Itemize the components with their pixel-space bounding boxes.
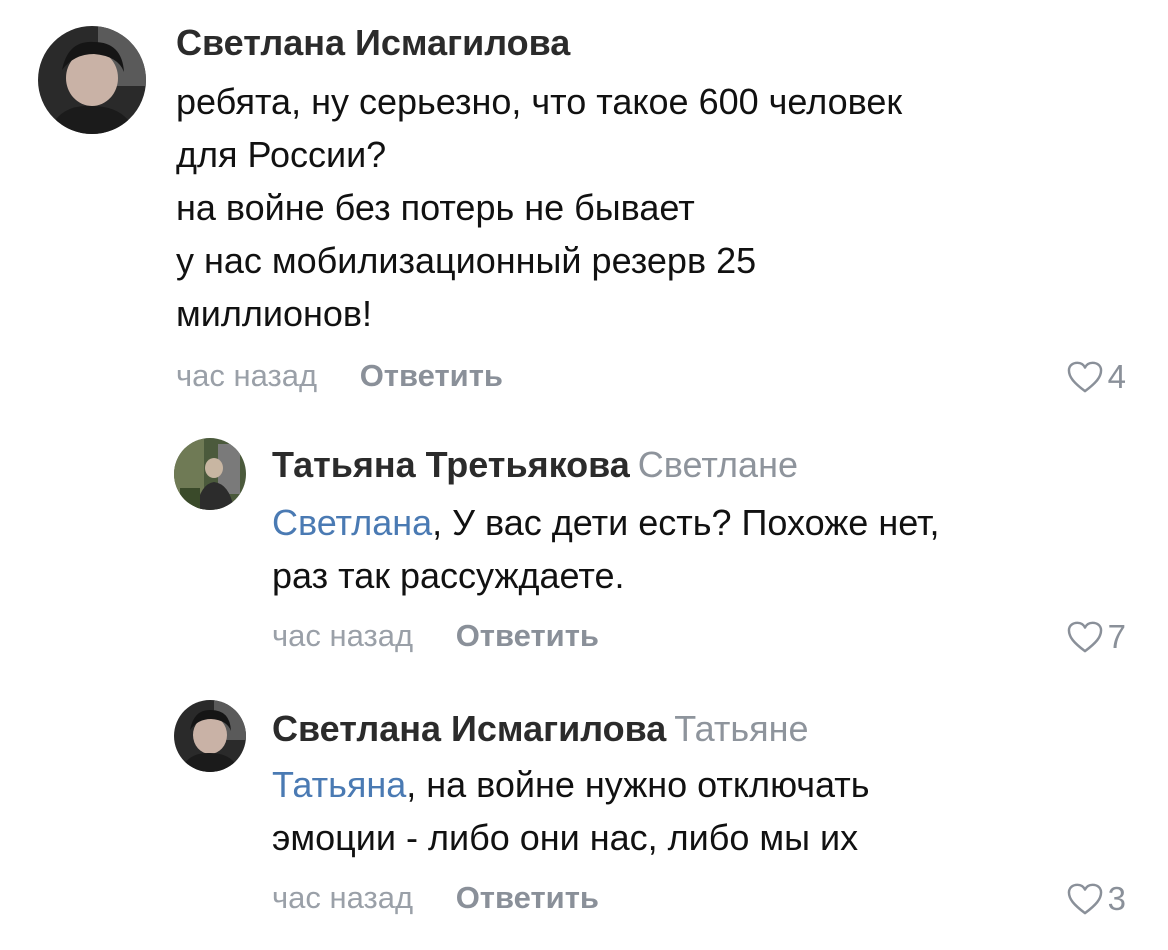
timestamp: час назад bbox=[272, 618, 414, 653]
text-fragment: , на войне нужно отключать bbox=[406, 764, 870, 805]
author-name[interactable]: Светлана Исмагилова bbox=[272, 708, 666, 749]
comment-meta: час назад Ответить bbox=[272, 880, 599, 916]
text-line: Светлана, У вас дети есть? Похоже нет, bbox=[272, 496, 940, 549]
avatar-photo-icon bbox=[174, 438, 246, 510]
timestamp: час назад bbox=[272, 880, 414, 915]
text-line: у нас мобилизационный резерв 25 bbox=[176, 240, 757, 281]
like-button[interactable]: 3 bbox=[1066, 880, 1126, 918]
text-line: для России? bbox=[176, 134, 387, 175]
text-line: ребята, ну серьезно, что такое 600 челов… bbox=[176, 81, 903, 122]
reply-to-label[interactable]: Татьяне bbox=[674, 708, 808, 749]
mention-link[interactable]: Татьяна bbox=[272, 764, 406, 805]
comment-author[interactable]: Светлана Исмагилова bbox=[176, 22, 570, 64]
comment-meta: час назад Ответить bbox=[272, 618, 599, 654]
avatar-photo-icon bbox=[174, 700, 246, 772]
reply-button[interactable]: Ответить bbox=[456, 880, 599, 915]
author-name[interactable]: Татьяна Третьякова bbox=[272, 444, 630, 485]
comment-text: Татьяна, на войне нужно отключать эмоции… bbox=[272, 758, 870, 864]
like-button[interactable]: 4 bbox=[1066, 358, 1126, 396]
reply-to-label[interactable]: Светлане bbox=[638, 444, 798, 485]
text-line: эмоции - либо они нас, либо мы их bbox=[272, 817, 859, 858]
comment-author[interactable]: Татьяна Третьякова Светлане bbox=[272, 444, 798, 486]
reply-button[interactable]: Ответить bbox=[456, 618, 599, 653]
text-line: миллионов! bbox=[176, 293, 373, 334]
author-name[interactable]: Светлана Исмагилова bbox=[176, 22, 570, 63]
text-line: на войне без потерь не бывает bbox=[176, 187, 695, 228]
text-fragment: , У вас дети есть? Похоже нет, bbox=[432, 502, 940, 543]
like-count: 3 bbox=[1107, 880, 1126, 917]
reply-button[interactable]: Ответить bbox=[360, 358, 503, 393]
text-line: раз так рассуждаете. bbox=[272, 555, 625, 596]
comment-author[interactable]: Светлана Исмагилова Татьяне bbox=[272, 708, 809, 750]
timestamp: час назад bbox=[176, 358, 318, 393]
text-line: Татьяна, на войне нужно отключать bbox=[272, 758, 870, 811]
like-count: 7 bbox=[1107, 618, 1126, 655]
heart-icon bbox=[1067, 361, 1102, 393]
avatar[interactable] bbox=[38, 26, 146, 134]
heart-icon bbox=[1067, 621, 1102, 653]
comment-text: Светлана, У вас дети есть? Похоже нет, р… bbox=[272, 496, 940, 602]
mention-link[interactable]: Светлана bbox=[272, 502, 432, 543]
like-count: 4 bbox=[1107, 358, 1126, 395]
heart-icon bbox=[1067, 883, 1102, 915]
comment-meta: час назад Ответить bbox=[176, 358, 503, 394]
comment-text: ребята, ну серьезно, что такое 600 челов… bbox=[176, 75, 902, 340]
like-button[interactable]: 7 bbox=[1066, 618, 1126, 656]
avatar[interactable] bbox=[174, 700, 246, 772]
avatar-photo-icon bbox=[38, 26, 146, 134]
avatar[interactable] bbox=[174, 438, 246, 510]
